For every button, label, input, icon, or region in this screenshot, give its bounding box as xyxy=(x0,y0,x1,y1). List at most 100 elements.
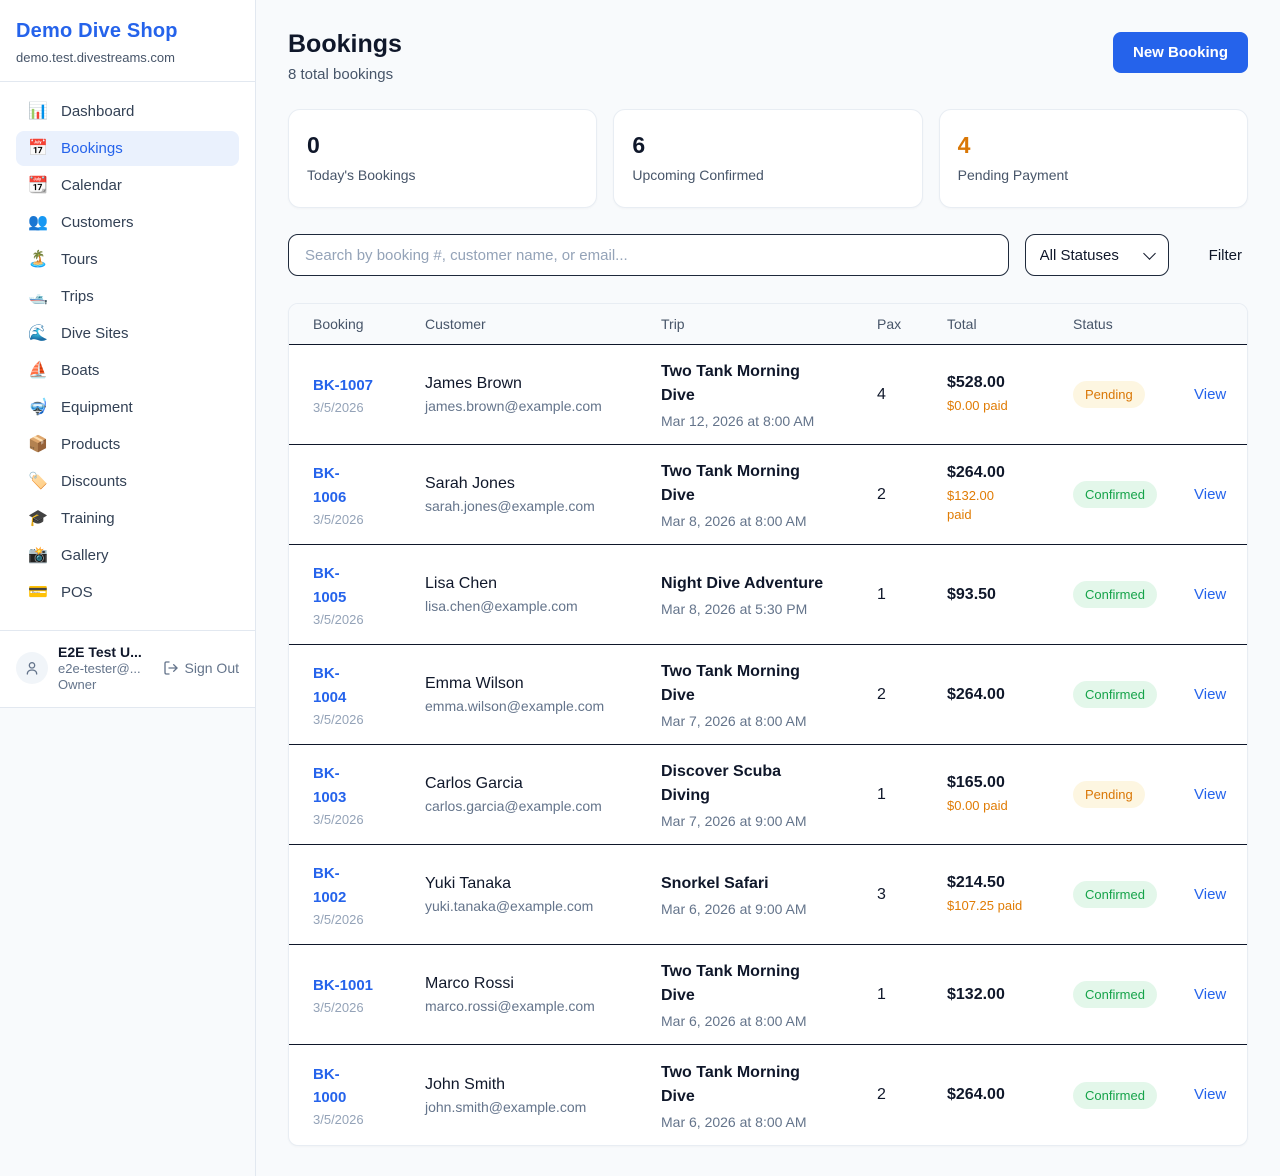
sidebar-item-tours[interactable]: 🏝️ Tours xyxy=(16,242,239,277)
view-link[interactable]: View xyxy=(1194,686,1226,703)
view-link[interactable]: View xyxy=(1194,486,1226,503)
column-header-pax: Pax xyxy=(877,316,947,332)
sailboat-icon: ⛵ xyxy=(28,363,48,379)
tear-off-calendar-icon: 📆 xyxy=(28,178,48,194)
sidebar-item-dive-sites[interactable]: 🌊 Dive Sites xyxy=(16,316,239,351)
booking-id-link[interactable]: BK- 1005 xyxy=(313,562,415,609)
booking-date: 3/5/2026 xyxy=(313,912,415,927)
paid-amount: $0.00 paid xyxy=(947,397,1063,416)
trip-name: Snorkel Safari xyxy=(661,872,867,896)
sidebar-panel: Demo Dive Shop demo.test.divestreams.com… xyxy=(0,0,255,708)
trip-datetime: Mar 7, 2026 at 8:00 AM xyxy=(661,713,867,729)
status-select[interactable]: All Statuses xyxy=(1025,234,1169,276)
booking-id-link[interactable]: BK- 1003 xyxy=(313,762,415,809)
booking-id-link[interactable]: BK-1007 xyxy=(313,374,415,397)
column-header-status: Status xyxy=(1073,316,1194,332)
customer-name: Lisa Chen xyxy=(425,575,651,593)
paid-amount: $0.00 paid xyxy=(947,797,1063,816)
booking-id-link[interactable]: BK- 1000 xyxy=(313,1063,415,1110)
trip-datetime: Mar 12, 2026 at 8:00 AM xyxy=(661,413,867,429)
search-input[interactable] xyxy=(288,234,1009,276)
booking-id-link[interactable]: BK- 1002 xyxy=(313,862,415,909)
trip-name: Night Dive Adventure xyxy=(661,572,867,596)
wave-icon: 🌊 xyxy=(28,326,48,342)
booking-date: 3/5/2026 xyxy=(313,512,415,527)
trip-datetime: Mar 8, 2026 at 5:30 PM xyxy=(661,601,867,617)
sidebar-item-training[interactable]: 🎓 Training xyxy=(16,501,239,536)
sidebar-item-discounts[interactable]: 🏷️ Discounts xyxy=(16,464,239,499)
trip-name: Two Tank Morning Dive xyxy=(661,460,867,508)
sidebar-nav: 📊 Dashboard 📅 Bookings 📆 Calendar 👥 Cust… xyxy=(0,82,255,620)
island-icon: 🏝️ xyxy=(28,252,48,268)
column-header-total: Total xyxy=(947,316,1073,332)
sign-out-icon xyxy=(163,660,179,676)
total-amount: $264.00 xyxy=(947,686,1063,704)
page-header: Bookings 8 total bookings New Booking xyxy=(288,30,1248,83)
status-badge: Pending xyxy=(1073,381,1145,408)
table-row: BK- 1003 3/5/2026 Carlos Garcia carlos.g… xyxy=(289,745,1247,845)
column-header-booking: Booking xyxy=(313,316,425,332)
booking-id-link[interactable]: BK-1001 xyxy=(313,974,415,997)
page-title: Bookings xyxy=(288,30,402,59)
view-link[interactable]: View xyxy=(1194,986,1226,1003)
customer-name: Marco Rossi xyxy=(425,975,651,993)
customer-name: Carlos Garcia xyxy=(425,775,651,793)
total-amount: $528.00 xyxy=(947,374,1063,392)
person-icon xyxy=(24,660,40,676)
booking-date: 3/5/2026 xyxy=(313,1112,415,1127)
trip-name: Discover Scuba Diving xyxy=(661,760,867,808)
sidebar-item-gallery[interactable]: 📸 Gallery xyxy=(16,538,239,573)
motorboat-icon: 🛥️ xyxy=(28,289,48,305)
new-booking-button[interactable]: New Booking xyxy=(1113,32,1248,73)
calendar-icon: 📅 xyxy=(28,141,48,157)
customer-name: James Brown xyxy=(425,375,651,393)
credit-card-icon: 💳 xyxy=(28,585,48,601)
main-content: Bookings 8 total bookings New Booking 0 … xyxy=(256,0,1280,1176)
sidebar-item-pos[interactable]: 💳 POS xyxy=(16,575,239,610)
total-amount: $214.50 xyxy=(947,874,1063,892)
booking-date: 3/5/2026 xyxy=(313,812,415,827)
customer-email: lisa.chen@example.com xyxy=(425,598,651,614)
booking-id-link[interactable]: BK- 1004 xyxy=(313,662,415,709)
sidebar-item-dashboard[interactable]: 📊 Dashboard xyxy=(16,94,239,129)
brand: Demo Dive Shop demo.test.divestreams.com xyxy=(0,0,255,82)
customer-name: John Smith xyxy=(425,1076,651,1094)
user-role: Owner xyxy=(58,677,142,692)
status-badge: Pending xyxy=(1073,781,1145,808)
user-info: E2E Test U... e2e-tester@... Owner xyxy=(58,644,142,692)
view-link[interactable]: View xyxy=(1194,386,1226,403)
sidebar-item-products[interactable]: 📦 Products xyxy=(16,427,239,462)
total-amount: $93.50 xyxy=(947,586,1063,604)
avatar xyxy=(16,652,48,684)
sidebar-item-customers[interactable]: 👥 Customers xyxy=(16,205,239,240)
column-header-trip: Trip xyxy=(661,316,877,332)
view-link[interactable]: View xyxy=(1194,586,1226,603)
booking-date: 3/5/2026 xyxy=(313,712,415,727)
customer-email: carlos.garcia@example.com xyxy=(425,798,651,814)
package-icon: 📦 xyxy=(28,437,48,453)
status-badge: Confirmed xyxy=(1073,881,1157,908)
sign-out-button[interactable]: Sign Out xyxy=(163,660,239,676)
trip-name: Two Tank Morning Dive xyxy=(661,1061,867,1109)
trip-name: Two Tank Morning Dive xyxy=(661,960,867,1008)
view-link[interactable]: View xyxy=(1194,786,1226,803)
filter-button[interactable]: Filter xyxy=(1203,243,1248,268)
sidebar: Demo Dive Shop demo.test.divestreams.com… xyxy=(0,0,256,1176)
stat-label: Pending Payment xyxy=(958,167,1229,183)
trip-datetime: Mar 6, 2026 at 8:00 AM xyxy=(661,1013,867,1029)
sidebar-item-trips[interactable]: 🛥️ Trips xyxy=(16,279,239,314)
view-link[interactable]: View xyxy=(1194,1086,1226,1103)
customer-name: Emma Wilson xyxy=(425,675,651,693)
paid-amount: $107.25 paid xyxy=(947,897,1063,916)
sidebar-item-equipment[interactable]: 🤿 Equipment xyxy=(16,390,239,425)
total-amount: $264.00 xyxy=(947,1086,1063,1104)
customer-email: yuki.tanaka@example.com xyxy=(425,898,651,914)
sidebar-item-boats[interactable]: ⛵ Boats xyxy=(16,353,239,388)
table-row: BK- 1004 3/5/2026 Emma Wilson emma.wilso… xyxy=(289,645,1247,745)
booking-date: 3/5/2026 xyxy=(313,612,415,627)
booking-id-link[interactable]: BK- 1006 xyxy=(313,462,415,509)
sidebar-item-bookings[interactable]: 📅 Bookings xyxy=(16,131,239,166)
sidebar-item-calendar[interactable]: 📆 Calendar xyxy=(16,168,239,203)
view-link[interactable]: View xyxy=(1194,886,1226,903)
stat-card: 0 Today's Bookings xyxy=(288,109,597,208)
